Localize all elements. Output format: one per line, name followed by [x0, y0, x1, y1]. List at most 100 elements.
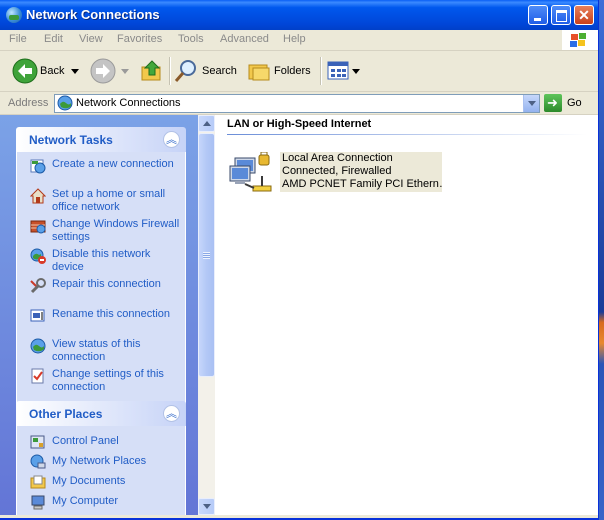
- menu-view[interactable]: View: [79, 33, 103, 45]
- task-label: Create a new connection: [52, 158, 174, 170]
- connection-name: Local Area Connection: [282, 152, 393, 164]
- scroll-down-button[interactable]: [198, 498, 215, 515]
- back-arrow-icon: [12, 58, 38, 84]
- other-places-panel: Other Places Control Panel My Network Pl…: [16, 401, 186, 515]
- views-button[interactable]: [326, 58, 360, 84]
- folders-icon: [248, 64, 270, 81]
- close-icon: ✕: [578, 7, 590, 23]
- folders-label: Folders: [274, 65, 311, 77]
- forward-button[interactable]: [88, 58, 132, 84]
- minimize-button[interactable]: [528, 5, 548, 25]
- menu-file[interactable]: File: [9, 33, 27, 45]
- collapse-icon[interactable]: [163, 405, 180, 422]
- place-my-network-places[interactable]: My Network Places: [17, 454, 185, 470]
- back-dropdown-icon[interactable]: [71, 69, 79, 75]
- content-pane: LAN or High-Speed Internet Local Area Co…: [215, 115, 598, 515]
- title-bar[interactable]: Network Connections ✕: [0, 0, 598, 30]
- menu-bar: File Edit View Favorites Tools Advanced …: [0, 30, 598, 51]
- network-tasks-panel: Network Tasks Create a new connection Se…: [16, 127, 186, 405]
- menu-advanced[interactable]: Advanced: [220, 33, 269, 45]
- task-label: Change settings of this connection: [52, 368, 164, 393]
- home-network-icon: [30, 188, 46, 204]
- task-view-status[interactable]: View status of this connection: [17, 338, 185, 364]
- go-arrow-icon[interactable]: [544, 94, 562, 112]
- toolbar: Back Search Folders: [0, 51, 598, 92]
- network-globe-icon: [57, 95, 73, 111]
- go-label[interactable]: Go: [567, 97, 582, 109]
- views-icon: [327, 61, 349, 80]
- task-create-connection[interactable]: Create a new connection: [17, 158, 185, 184]
- folders-button[interactable]: Folders: [247, 58, 315, 84]
- rename-icon: [30, 309, 45, 322]
- network-tasks-header[interactable]: Network Tasks: [16, 127, 186, 152]
- task-rename-connection[interactable]: Rename this connection: [17, 308, 185, 334]
- status-globe-icon: [30, 338, 46, 354]
- search-icon: [174, 60, 196, 82]
- connection-device: AMD PCNET Family PCI Ethern…: [282, 178, 442, 190]
- settings-document-icon: [31, 368, 44, 384]
- toolbar-separator: [169, 57, 171, 85]
- menu-tools[interactable]: Tools: [178, 33, 204, 45]
- task-pane: Network Tasks Create a new connection Se…: [0, 115, 198, 515]
- up-folder-button[interactable]: [139, 58, 165, 84]
- back-label: Back: [40, 65, 65, 77]
- other-places-header[interactable]: Other Places: [16, 401, 186, 426]
- network-tasks-title: Network Tasks: [29, 133, 113, 147]
- other-places-list: Control Panel My Network Places My Docum…: [16, 426, 186, 515]
- address-value: Network Connections: [76, 97, 181, 109]
- other-places-title: Other Places: [29, 407, 103, 421]
- task-label: Disable this network device: [52, 248, 151, 273]
- group-divider: [227, 134, 587, 135]
- network-globe-icon: [6, 7, 22, 23]
- control-panel-icon: [30, 435, 45, 449]
- up-folder-icon: [141, 60, 161, 81]
- windows-logo-icon: [562, 30, 598, 50]
- new-connection-icon: [30, 159, 46, 174]
- menu-favorites[interactable]: Favorites: [117, 33, 162, 45]
- forward-dropdown-icon[interactable]: [121, 69, 129, 75]
- repair-wrench-icon: [30, 278, 46, 294]
- back-button[interactable]: Back: [8, 58, 84, 84]
- task-repair-connection[interactable]: Repair this connection: [17, 278, 185, 304]
- scroll-thumb[interactable]: [198, 133, 215, 377]
- forward-arrow-icon: [90, 58, 116, 84]
- address-dropdown-button[interactable]: [523, 95, 539, 112]
- computer-icon: [31, 495, 45, 510]
- search-label: Search: [202, 65, 237, 77]
- local-area-connection-item[interactable]: Local Area Connection Connected, Firewal…: [229, 152, 442, 194]
- toolbar-separator: [320, 57, 322, 85]
- maximize-button[interactable]: [551, 5, 571, 25]
- collapse-icon[interactable]: [163, 131, 180, 148]
- folder-icon: [30, 475, 46, 489]
- views-dropdown-icon: [352, 69, 360, 74]
- disable-device-icon: [30, 248, 46, 264]
- task-disable-device[interactable]: Disable this network device: [17, 248, 185, 274]
- scroll-up-button[interactable]: [198, 115, 215, 132]
- window-title: Network Connections: [26, 7, 160, 22]
- group-header: LAN or High-Speed Internet: [227, 118, 372, 130]
- place-label: My Network Places: [52, 455, 147, 467]
- connection-status: Connected, Firewalled: [282, 165, 392, 177]
- menu-edit[interactable]: Edit: [44, 33, 63, 45]
- search-button[interactable]: Search: [174, 58, 242, 84]
- task-firewall-settings[interactable]: Change Windows Firewall settings: [17, 218, 185, 244]
- task-home-network[interactable]: Set up a home or small office network: [17, 188, 185, 214]
- task-label: Repair this connection: [52, 278, 161, 290]
- place-label: My Computer: [52, 495, 119, 507]
- task-label: View status of this connection: [52, 338, 141, 363]
- address-label: Address: [8, 97, 49, 109]
- address-input[interactable]: Network Connections: [54, 94, 540, 113]
- explorer-window: Network Connections ✕ File Edit View Fav…: [0, 0, 599, 520]
- close-button[interactable]: ✕: [574, 5, 594, 25]
- place-my-documents[interactable]: My Documents: [17, 474, 185, 490]
- task-label: Rename this connection: [52, 308, 171, 320]
- menu-help[interactable]: Help: [283, 33, 306, 45]
- task-label: Change Windows Firewall settings: [52, 218, 180, 243]
- vertical-scrollbar[interactable]: [198, 115, 215, 515]
- network-places-icon: [30, 454, 46, 469]
- place-label: Control Panel: [52, 435, 119, 447]
- place-my-computer[interactable]: My Computer: [17, 494, 185, 510]
- place-control-panel[interactable]: Control Panel: [17, 434, 185, 450]
- task-change-settings[interactable]: Change settings of this connection: [17, 368, 185, 394]
- firewall-icon: [30, 220, 46, 234]
